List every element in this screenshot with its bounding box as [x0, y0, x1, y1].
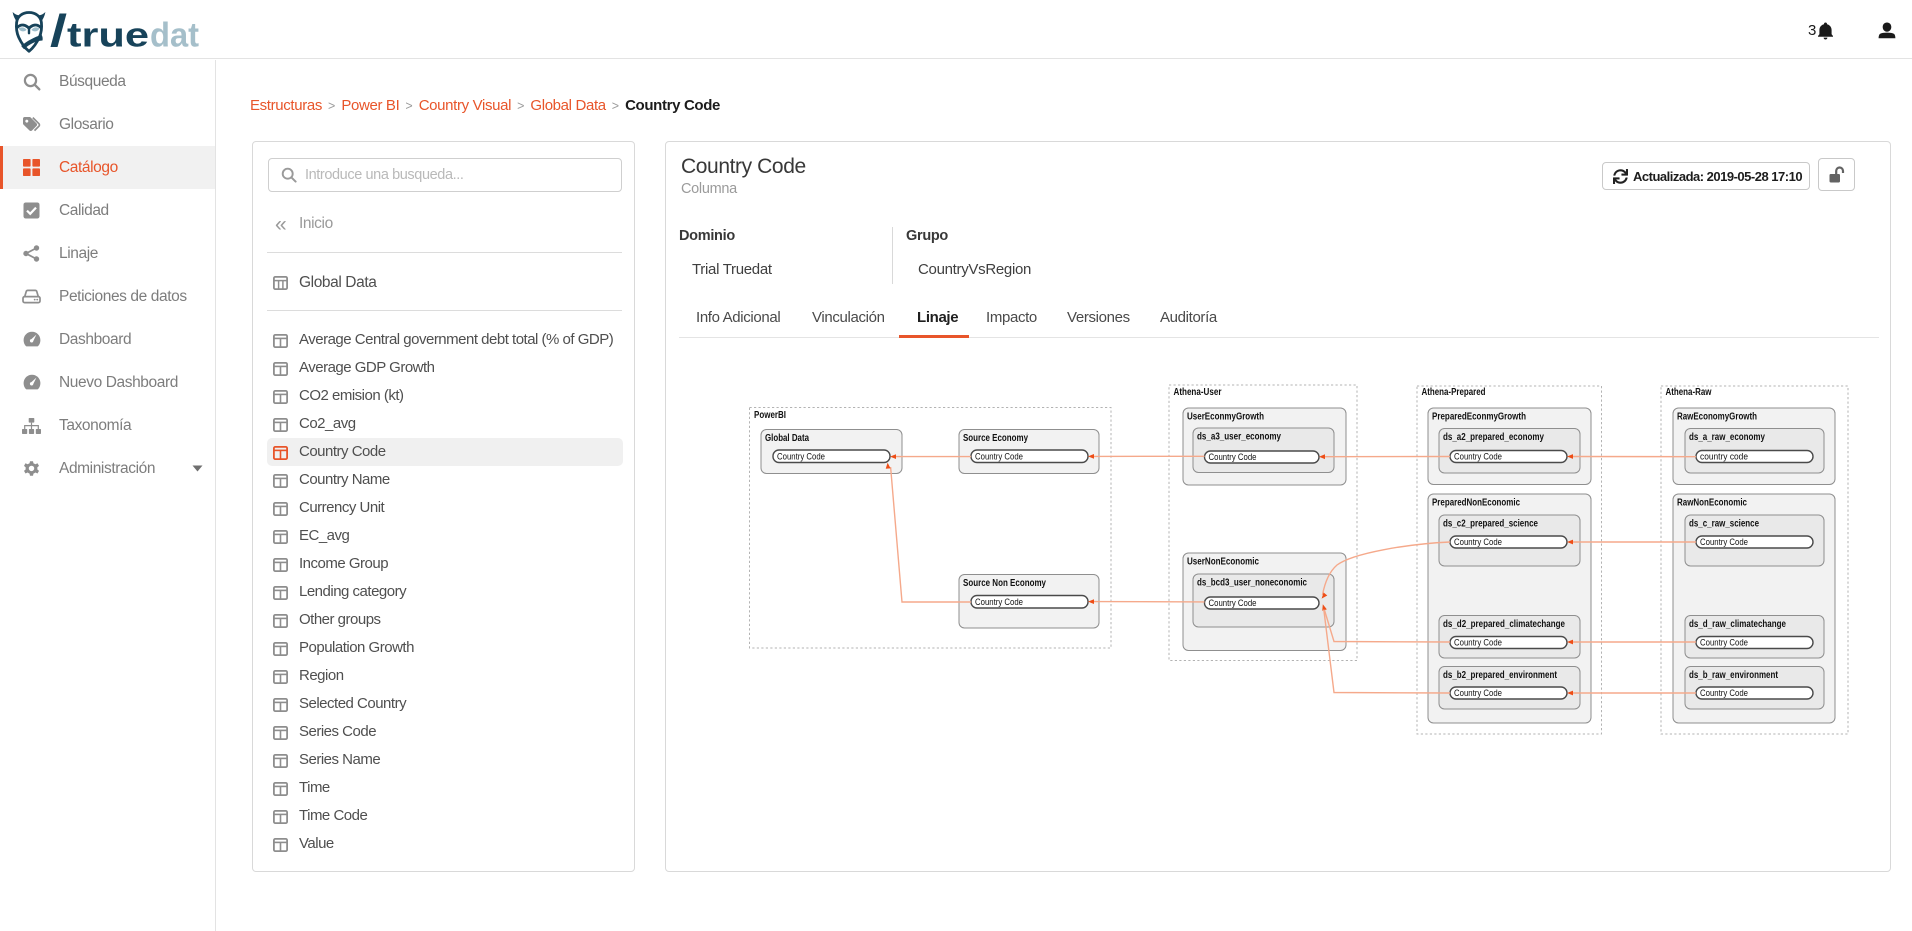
svg-text:ds_c_raw_science: ds_c_raw_science — [1689, 518, 1759, 529]
svg-text:Source Non Economy: Source Non Economy — [963, 578, 1046, 589]
svg-text:RawEconomyGrowth: RawEconomyGrowth — [1677, 411, 1757, 422]
svg-text:RawNonEconomic: RawNonEconomic — [1677, 497, 1747, 508]
svg-text:country code: country code — [1700, 451, 1748, 462]
svg-text:ds_d_raw_climatechange: ds_d_raw_climatechange — [1689, 619, 1786, 630]
svg-text:PreparedNonEconomic: PreparedNonEconomic — [1432, 497, 1520, 508]
svg-text:ds_a_raw_economy: ds_a_raw_economy — [1689, 432, 1765, 443]
svg-text:true: true — [67, 17, 149, 55]
svg-text:Country Code: Country Code — [975, 597, 1023, 608]
svg-text:Country Code: Country Code — [1454, 451, 1502, 462]
svg-text:ds_a2_prepared_economy: ds_a2_prepared_economy — [1443, 432, 1544, 443]
svg-text:ds_bcd3_user_noneconomic: ds_bcd3_user_noneconomic — [1197, 577, 1307, 588]
svg-text:UserEconmyGrowth: UserEconmyGrowth — [1187, 411, 1264, 422]
svg-text:Country Code: Country Code — [1454, 537, 1502, 548]
svg-text:ds_a3_user_economy: ds_a3_user_economy — [1197, 431, 1281, 442]
svg-text:Athena-Prepared: Athena-Prepared — [1422, 387, 1486, 398]
svg-text:Country Code: Country Code — [1454, 688, 1502, 699]
svg-text:Source Economy: Source Economy — [963, 433, 1028, 444]
svg-text:Country Code: Country Code — [1700, 537, 1748, 548]
svg-text:ds_b_raw_environment: ds_b_raw_environment — [1689, 670, 1779, 681]
svg-text:dat: dat — [150, 17, 199, 55]
svg-text:ds_b2_prepared_environment: ds_b2_prepared_environment — [1443, 670, 1558, 681]
svg-text:Country Code: Country Code — [1700, 637, 1748, 648]
svg-text:Country Code: Country Code — [1700, 688, 1748, 699]
svg-text:Athena-User: Athena-User — [1174, 387, 1222, 398]
svg-text:Country Code: Country Code — [1209, 598, 1257, 609]
svg-text:Global Data: Global Data — [765, 433, 809, 444]
svg-text:PreparedEconmyGrowth: PreparedEconmyGrowth — [1432, 411, 1526, 422]
svg-text:Country Code: Country Code — [777, 451, 825, 462]
svg-text:Athena-Raw: Athena-Raw — [1666, 387, 1712, 398]
svg-text:ds_c2_prepared_science: ds_c2_prepared_science — [1443, 518, 1538, 529]
svg-text:PowerBI: PowerBI — [754, 410, 786, 421]
svg-text:Country Code: Country Code — [1454, 637, 1502, 648]
svg-text:Country Code: Country Code — [1209, 452, 1257, 463]
svg-text:UserNonEconomic: UserNonEconomic — [1187, 556, 1259, 567]
svg-text:ds_d2_prepared_climatechange: ds_d2_prepared_climatechange — [1443, 619, 1565, 630]
svg-text:Country Code: Country Code — [975, 451, 1023, 462]
